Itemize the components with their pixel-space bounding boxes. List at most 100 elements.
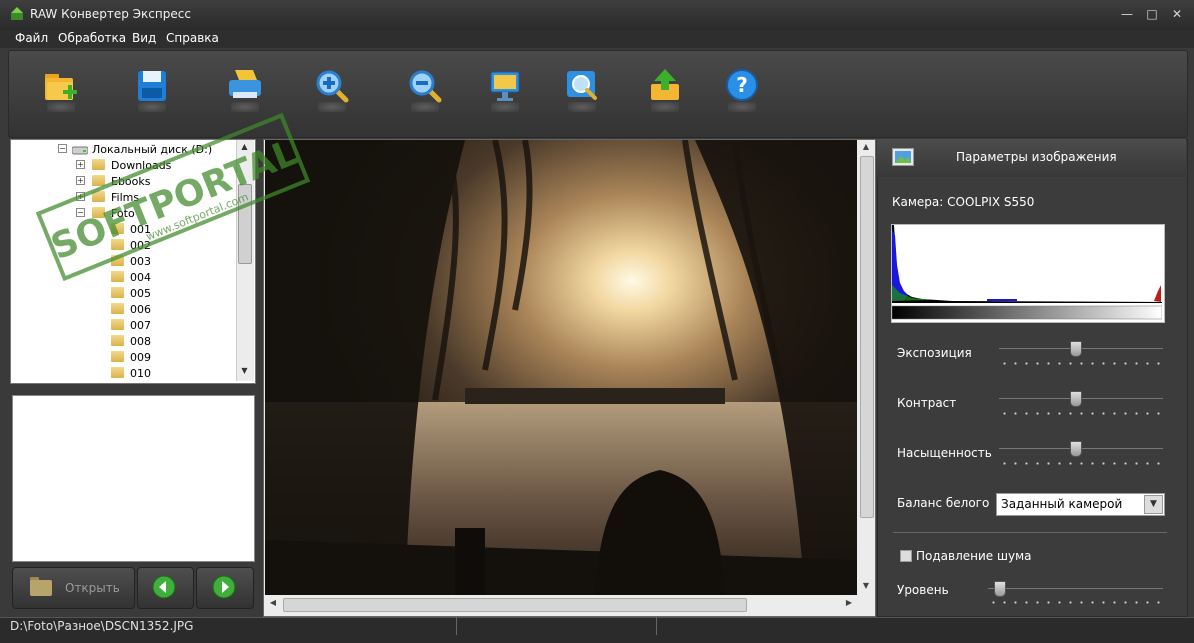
scroll-up-icon[interactable]: ▲: [238, 142, 251, 156]
tree-expand-toggle[interactable]: +: [76, 160, 85, 169]
saturation-ticks: [999, 462, 1163, 465]
scroll-down-icon[interactable]: ▼: [860, 581, 872, 593]
folder-icon: [92, 191, 105, 202]
status-file-path: D:\Foto\Разное\DSCN1352.JPG: [10, 619, 194, 633]
window-title: RAW Конвертер Экспресс: [30, 7, 191, 21]
folder-icon: [111, 287, 124, 298]
image-vscroll-thumb[interactable]: [860, 156, 874, 518]
folder-icon: [111, 351, 124, 362]
tree-collapse-toggle[interactable]: −: [58, 144, 67, 153]
menu-help[interactable]: Справка: [166, 31, 219, 45]
open-folder-icon: [30, 577, 52, 596]
folder-icon: [92, 207, 105, 218]
noise-reduction-checkbox[interactable]: [900, 550, 912, 562]
tree-collapse-toggle[interactable]: −: [76, 208, 85, 217]
open-folder-button[interactable]: [41, 66, 81, 116]
folder-icon: [111, 223, 124, 234]
tree-item-root[interactable]: Локальный диск (D:): [92, 143, 212, 156]
tree-expand-toggle[interactable]: +: [76, 192, 85, 201]
folder-icon: [111, 303, 124, 314]
folder-icon: [111, 255, 124, 266]
chevron-down-icon[interactable]: ▼: [1144, 495, 1163, 514]
status-separator: [656, 617, 657, 635]
contrast-label: Контраст: [897, 396, 957, 410]
saturation-slider[interactable]: [1070, 441, 1082, 457]
photo-sunset-lake[interactable]: [265, 140, 857, 595]
close-button[interactable]: ✕: [1168, 6, 1186, 22]
actual-size-icon: [567, 71, 597, 100]
save-button[interactable]: [132, 66, 172, 116]
level-track[interactable]: [988, 588, 1163, 589]
tree-item[interactable]: 002: [130, 239, 151, 252]
status-separator: [456, 617, 457, 635]
folder-icon: [92, 175, 105, 186]
help-button[interactable]: ?: [722, 66, 762, 116]
camera-model: Камера: COOLPIX S550: [892, 195, 1035, 209]
print-button[interactable]: [225, 66, 265, 116]
tree-expand-toggle[interactable]: +: [76, 176, 85, 185]
folder-icon: [92, 159, 105, 170]
image-params-panel: [877, 139, 1188, 617]
scroll-up-icon[interactable]: ▲: [860, 142, 872, 154]
tree-scroll-thumb[interactable]: [238, 184, 252, 264]
white-balance-label: Баланс белого: [897, 496, 990, 510]
tree-item[interactable]: 004: [130, 271, 151, 284]
white-balance-select[interactable]: Заданный камерой ▼: [996, 493, 1165, 516]
tree-item[interactable]: 005: [130, 287, 151, 300]
fit-screen-button[interactable]: [485, 66, 525, 116]
scroll-left-icon[interactable]: ◀: [267, 598, 279, 610]
exposure-ticks: [999, 362, 1163, 365]
open-button-label: Открыть: [65, 581, 120, 595]
actual-size-button[interactable]: [562, 66, 602, 116]
tree-item[interactable]: Downloads: [111, 159, 171, 172]
tree-item[interactable]: 007: [130, 319, 151, 332]
zoom-out-button[interactable]: [405, 66, 445, 116]
folder-icon: [111, 319, 124, 330]
white-balance-value: Заданный камерой: [1001, 497, 1123, 511]
image-params-icon: [892, 148, 914, 166]
zoom-out-icon: [409, 70, 442, 103]
params-title: Параметры изображения: [956, 150, 1117, 164]
arrow-left-icon: [152, 575, 176, 599]
tree-item[interactable]: Ebooks: [111, 175, 151, 188]
exposure-slider[interactable]: [1070, 341, 1082, 357]
menu-file[interactable]: Файл: [15, 31, 48, 45]
folder-icon: [111, 367, 124, 378]
scroll-down-icon[interactable]: ▼: [238, 366, 251, 380]
zoom-in-button[interactable]: [312, 66, 352, 116]
tree-item[interactable]: 006: [130, 303, 151, 316]
image-hscroll-thumb[interactable]: [283, 598, 747, 612]
fit-screen-icon: [490, 71, 520, 101]
menu-processing[interactable]: Обработка: [58, 31, 126, 45]
help-icon: ?: [726, 69, 758, 101]
level-slider[interactable]: [994, 581, 1006, 597]
print-icon: [229, 70, 261, 98]
thumbnail-preview: [12, 395, 255, 562]
app-logo-icon: [11, 7, 23, 20]
tree-item[interactable]: 009: [130, 351, 151, 364]
export-button[interactable]: [645, 66, 685, 116]
scroll-right-icon[interactable]: ▶: [843, 598, 855, 610]
noise-reduction-label: Подавление шума: [916, 549, 1032, 563]
folder-icon: [111, 239, 124, 250]
exposure-label: Экспозиция: [897, 346, 972, 360]
tree-item[interactable]: Films: [111, 191, 139, 204]
tree-item[interactable]: 010: [130, 367, 151, 380]
zoom-in-icon: [316, 70, 349, 103]
contrast-slider[interactable]: [1070, 391, 1082, 407]
divider: [893, 532, 1167, 533]
maximize-button[interactable]: □: [1143, 6, 1161, 22]
tree-item[interactable]: Foto: [111, 207, 135, 220]
level-ticks: [988, 601, 1163, 604]
menu-view[interactable]: Вид: [132, 31, 156, 45]
folder-icon: [111, 271, 124, 282]
svg-text:?: ?: [736, 73, 748, 97]
tree-item[interactable]: 001: [130, 223, 151, 236]
tree-item[interactable]: 003: [130, 255, 151, 268]
minimize-button[interactable]: —: [1118, 6, 1136, 22]
histogram-graph: [892, 225, 1162, 320]
tree-item[interactable]: 008: [130, 335, 151, 348]
arrow-right-icon: [212, 575, 236, 599]
level-label: Уровень: [897, 583, 949, 597]
export-icon: [651, 69, 679, 100]
